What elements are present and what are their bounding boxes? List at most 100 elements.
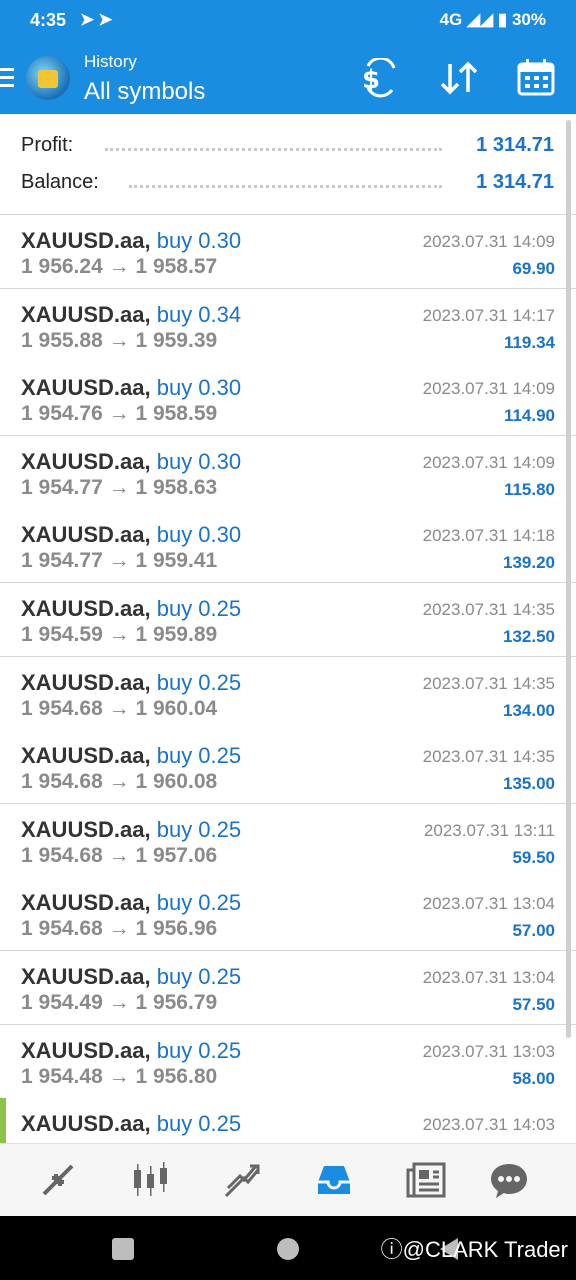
chat-icon[interactable] xyxy=(486,1158,532,1202)
table-row[interactable]: XAUUSD.aa, buy 0.25 1 954.68 → 1 957.06 20… xyxy=(0,803,576,878)
trade-time: 2023.07.31 14:35 xyxy=(422,747,555,767)
open-price: 1 954.68 xyxy=(21,843,103,867)
trade-profit: 114.90 xyxy=(503,406,555,426)
close-price: 1 959.89 xyxy=(135,623,218,646)
close-price: 1 959.39 xyxy=(135,328,218,352)
table-row[interactable]: XAUUSD.aa, buy 0.25 1 954.68 → 1 960.08 20… xyxy=(0,730,576,805)
trade-symbol: XAUUSD.aa, buy 0.25 xyxy=(21,890,242,916)
close-price: 1 958.59 xyxy=(135,402,218,426)
trade-action: buy 0.34 xyxy=(156,301,242,327)
leader-dots xyxy=(129,185,442,188)
open-price: 1 954.77 xyxy=(21,549,103,573)
close-price: 1 956.79 xyxy=(135,991,218,1014)
profit-value: 1 314.71 xyxy=(476,134,554,156)
arrow-right-icon: → xyxy=(108,623,130,646)
signal-icon: ◢◢ xyxy=(466,10,494,29)
currency-exchange-icon[interactable]: $ xyxy=(360,58,404,98)
trade-prices: 1 954.59 → 1 959.89 xyxy=(21,623,217,647)
arrow-right-icon: → xyxy=(108,549,130,573)
trade-prices: 1 956.24 → 1 958.57 xyxy=(21,255,217,279)
table-row[interactable]: XAUUSD.aa, buy 0.25 1 954.48 → 1 956.80 20… xyxy=(0,1024,576,1099)
trade-profit: 58.00 xyxy=(512,1068,555,1088)
trade-action: buy 0.25 xyxy=(156,743,242,769)
table-row[interactable]: XAUUSD.aa, buy 0.25 1 954.68 → 1 960.04 20… xyxy=(0,656,576,731)
close-price: 1 960.08 xyxy=(135,770,218,794)
trade-profit: 139.20 xyxy=(503,553,555,573)
table-row[interactable]: XAUUSD.aa, buy 0.25 2023.07.31 14:03 xyxy=(0,1098,576,1143)
quotes-icon[interactable] xyxy=(35,1158,81,1202)
trade-prices: 1 954.76 → 1 958.59 xyxy=(21,402,217,426)
recents-button[interactable] xyxy=(112,1238,134,1260)
trade-action: buy 0.25 xyxy=(156,816,242,842)
table-row[interactable]: XAUUSD.aa, buy 0.25 1 954.59 → 1 959.89 20… xyxy=(0,583,576,657)
trade-profit: 69.90 xyxy=(512,259,555,278)
trade-history-list[interactable]: XAUUSD.aa, buy 0.30 1 956.24 → 1 958.57 20… xyxy=(0,215,576,1143)
status-right: 4G ◢◢ ▮ 30% xyxy=(440,10,546,30)
arrow-right-icon: → xyxy=(108,328,130,352)
trade-time: 2023.07.31 14:03 xyxy=(422,1115,555,1135)
trade-time: 2023.07.31 14:09 xyxy=(422,379,555,399)
calendar-icon[interactable] xyxy=(516,58,556,98)
chart-icon[interactable] xyxy=(127,1158,173,1202)
page-subtitle: History xyxy=(84,52,137,71)
trade-time: 2023.07.31 13:04 xyxy=(422,968,555,987)
trade-prices: 1 954.68 → 1 956.96 xyxy=(21,917,217,941)
page-title[interactable]: All symbols xyxy=(84,78,205,106)
table-row[interactable]: XAUUSD.aa, buy 0.34 1 955.88 → 1 959.39 20… xyxy=(0,288,576,363)
table-row[interactable]: XAUUSD.aa, buy 0.30 1 954.77 → 1 958.63 20… xyxy=(0,435,576,510)
trade-prices: 1 954.48 → 1 956.80 xyxy=(21,1065,217,1089)
close-price: 1 956.80 xyxy=(135,1064,218,1088)
open-price: 1 955.88 xyxy=(21,328,103,352)
open-price: 1 954.59 xyxy=(21,623,103,646)
trade-prices: 1 955.88 → 1 959.39 xyxy=(21,329,217,353)
home-button[interactable] xyxy=(277,1238,299,1260)
trade-prices: 1 954.77 → 1 958.63 xyxy=(21,476,217,500)
balance-row: Balance: 1 314.71 xyxy=(21,171,554,197)
trade-time: 2023.07.31 14:09 xyxy=(422,452,555,472)
trade-action: buy 0.25 xyxy=(156,596,242,621)
profit-row: Profit: 1 314.71 xyxy=(21,134,554,160)
trade-time: 2023.07.31 14:35 xyxy=(422,673,555,693)
watermark-text: @CLARK Trader xyxy=(402,1237,568,1262)
table-row[interactable]: XAUUSD.aa, buy 0.30 1 954.77 → 1 959.41 20… xyxy=(0,509,576,584)
trade-symbol: XAUUSD.aa, buy 0.25 xyxy=(21,1111,242,1137)
scrollbar[interactable] xyxy=(566,120,571,1038)
trade-action: buy 0.25 xyxy=(156,964,242,989)
trade-profit: 57.00 xyxy=(512,921,555,941)
trade-prices: 1 954.68 → 1 957.06 xyxy=(21,844,217,868)
trade-symbol: XAUUSD.aa, buy 0.25 xyxy=(21,964,242,989)
watermark: ⓘ@CLARK Trader xyxy=(381,1232,568,1264)
close-price: 1 956.96 xyxy=(135,917,218,941)
history-icon[interactable] xyxy=(311,1158,357,1202)
trade-action: buy 0.25 xyxy=(156,1037,242,1063)
trade-time: 2023.07.31 13:04 xyxy=(422,894,555,914)
trade-symbol: XAUUSD.aa, buy 0.25 xyxy=(21,743,242,769)
battery-percent: 30% xyxy=(511,10,546,29)
arrow-right-icon: → xyxy=(108,770,130,794)
system-navigation-bar: ⓘ@CLARK Trader xyxy=(0,1216,576,1280)
bottom-navigation xyxy=(0,1143,576,1217)
trade-time: 2023.07.31 14:09 xyxy=(422,232,555,251)
open-price: 1 954.49 xyxy=(21,991,103,1014)
trade-icon[interactable] xyxy=(219,1158,265,1202)
trade-time: 2023.07.31 14:18 xyxy=(422,526,555,546)
trade-profit: 115.80 xyxy=(503,479,555,499)
menu-icon[interactable] xyxy=(0,68,14,88)
network-type: 4G xyxy=(439,10,463,29)
trade-action: buy 0.30 xyxy=(156,448,242,474)
table-row[interactable]: XAUUSD.aa, buy 0.30 1 954.76 → 1 958.59 20… xyxy=(0,362,576,437)
news-icon[interactable] xyxy=(403,1158,449,1202)
status-time: 4:35 xyxy=(30,10,67,30)
table-row[interactable]: XAUUSD.aa, buy 0.25 1 954.68 → 1 956.96 20… xyxy=(0,877,576,952)
open-price: 1 954.77 xyxy=(21,475,103,499)
table-row[interactable]: XAUUSD.aa, buy 0.30 1 956.24 → 1 958.57 20… xyxy=(0,215,576,289)
balance-label: Balance: xyxy=(21,171,105,194)
open-price: 1 954.76 xyxy=(21,402,103,426)
summary-panel: Profit: 1 314.71 Balance: 1 314.71 xyxy=(0,114,576,215)
table-row[interactable]: XAUUSD.aa, buy 0.25 1 954.49 → 1 956.79 20… xyxy=(0,951,576,1025)
sort-icon[interactable] xyxy=(438,58,482,98)
trade-time: 2023.07.31 14:17 xyxy=(422,305,555,325)
trade-symbol: XAUUSD.aa, buy 0.30 xyxy=(21,448,242,474)
battery-icon: ▮ xyxy=(497,10,508,29)
trade-prices: 1 954.68 → 1 960.08 xyxy=(21,770,217,794)
